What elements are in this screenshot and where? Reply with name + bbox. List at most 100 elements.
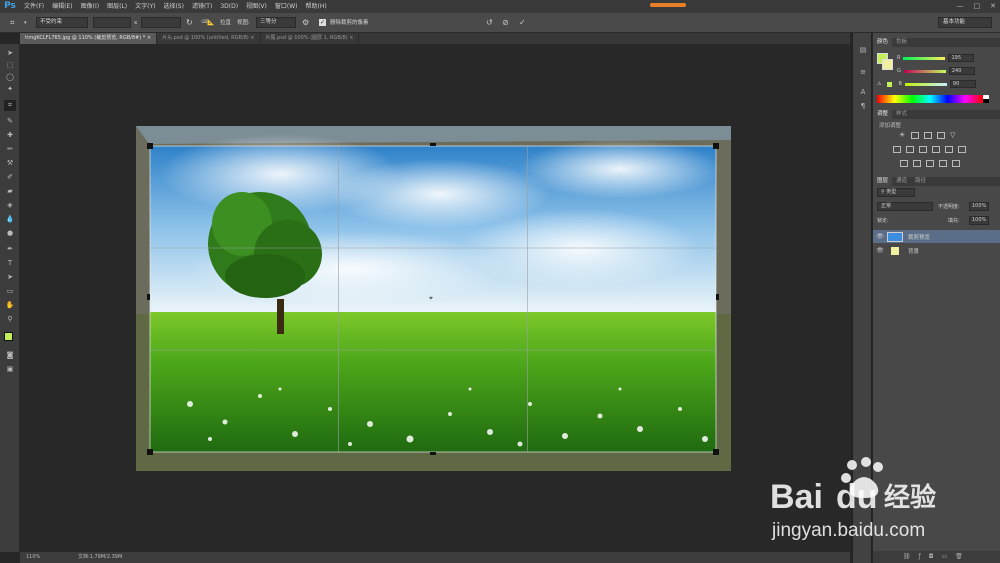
- photo-filter-icon[interactable]: [932, 146, 940, 153]
- quick-mask-icon[interactable]: ◙: [4, 350, 16, 361]
- document-tab-active[interactable]: timgKCLFL765.jpg @ 110% (裁剪预览, RGB/8#) *…: [20, 33, 158, 44]
- fill-field[interactable]: 100%: [969, 216, 989, 225]
- blend-mode-select[interactable]: 正常: [877, 202, 933, 211]
- crop-tool-icon[interactable]: ⌗: [10, 13, 15, 33]
- healing-tool-icon[interactable]: ✚: [4, 130, 16, 141]
- dodge-tool-icon[interactable]: ●: [4, 228, 16, 239]
- stamp-tool-icon[interactable]: ⚒: [4, 158, 16, 169]
- gradient-map-icon[interactable]: [939, 160, 947, 167]
- layer-filter-select[interactable]: ⚲ 类型: [877, 188, 915, 197]
- crop-preview-image[interactable]: ⌖: [20, 44, 850, 552]
- tab-paths[interactable]: 路径: [911, 177, 930, 186]
- bucket-tool-icon[interactable]: ◈: [4, 200, 16, 211]
- history-brush-icon[interactable]: ✐: [4, 172, 16, 183]
- eyedropper-tool-icon[interactable]: ✎: [4, 116, 16, 127]
- close-icon[interactable]: ×: [250, 35, 254, 41]
- lasso-tool-icon[interactable]: ◯: [4, 72, 16, 83]
- move-tool-icon[interactable]: ➤: [4, 48, 16, 59]
- background-color-swatch[interactable]: [882, 59, 893, 70]
- commit-check-icon[interactable]: ✓: [519, 13, 526, 33]
- crop-tool-icon[interactable]: ⌗: [4, 100, 16, 111]
- foreground-color-swatch[interactable]: [4, 332, 13, 341]
- crop-height-field[interactable]: [141, 17, 181, 28]
- blue-value-field[interactable]: 90: [949, 80, 976, 88]
- black-swatch[interactable]: [983, 99, 989, 103]
- view-overlay-select[interactable]: 三等分: [256, 17, 296, 28]
- hue-saturation-icon[interactable]: [893, 146, 901, 153]
- color-lookup-icon[interactable]: [958, 146, 966, 153]
- close-button[interactable]: ✕: [990, 0, 996, 13]
- swap-icon[interactable]: ↻: [186, 13, 193, 33]
- brush-tool-icon[interactable]: ✏: [4, 144, 16, 155]
- menu-type[interactable]: 文字(Y): [131, 0, 159, 13]
- hand-tool-icon[interactable]: ✋: [4, 300, 16, 311]
- layer-row[interactable]: 👁 背景: [873, 244, 1000, 257]
- color-balance-icon[interactable]: [906, 146, 914, 153]
- tab-color[interactable]: 颜色: [873, 38, 893, 47]
- chevron-down-icon[interactable]: ▾: [24, 13, 27, 33]
- document-tab[interactable]: 片尾.psd @ 100% (图层 1, RGB/8) ×: [261, 33, 360, 44]
- opacity-field[interactable]: 100%: [969, 202, 989, 211]
- cancel-icon[interactable]: ⊘: [502, 13, 509, 33]
- menu-file[interactable]: 文件(F): [20, 0, 48, 13]
- menu-select[interactable]: 选择(S): [159, 0, 188, 13]
- brush-panel-icon[interactable]: ≡: [857, 67, 869, 78]
- menu-layer[interactable]: 图层(L): [103, 0, 131, 13]
- pen-tool-icon[interactable]: ✒: [4, 244, 16, 255]
- reset-icon[interactable]: ↺: [486, 13, 493, 33]
- color-spectrum-ramp[interactable]: [877, 95, 983, 103]
- brightness-icon[interactable]: ☀: [899, 131, 905, 139]
- path-select-icon[interactable]: ➤: [4, 272, 16, 283]
- crop-width-field[interactable]: [93, 17, 131, 28]
- workspace-select[interactable]: 基本功能: [938, 17, 992, 28]
- straighten-icon[interactable]: 📐: [207, 13, 214, 33]
- delete-pixels-checkbox[interactable]: ✓: [319, 19, 326, 26]
- layer-name[interactable]: 裁剪预览: [908, 233, 930, 241]
- gear-icon[interactable]: ⚙: [302, 13, 309, 33]
- screen-mode-icon[interactable]: ▣: [4, 364, 16, 375]
- zoom-tool-icon[interactable]: ⚲: [4, 314, 16, 325]
- paragraph-panel-icon[interactable]: ¶: [857, 101, 869, 112]
- channel-mixer-icon[interactable]: [945, 146, 953, 153]
- tab-adjustments[interactable]: 调整: [873, 110, 893, 119]
- type-tool-icon[interactable]: T: [4, 258, 16, 269]
- eye-icon[interactable]: 👁: [873, 233, 887, 240]
- tab-channels[interactable]: 通道: [892, 177, 911, 186]
- eye-icon[interactable]: 👁: [873, 247, 887, 254]
- layer-name[interactable]: 背景: [908, 247, 919, 255]
- menu-image[interactable]: 图像(I): [77, 0, 103, 13]
- invert-icon[interactable]: [900, 160, 908, 167]
- maximize-button[interactable]: □: [974, 0, 981, 13]
- straighten-label[interactable]: 拉直: [220, 13, 231, 33]
- tab-styles[interactable]: 样式: [892, 110, 911, 119]
- menu-edit[interactable]: 编辑(E): [48, 0, 76, 13]
- posterize-icon[interactable]: [913, 160, 921, 167]
- menu-help[interactable]: 帮助(H): [302, 0, 331, 13]
- zoom-level[interactable]: 110%: [26, 552, 40, 563]
- document-tab[interactable]: 片头.psd @ 100% (untitled, RGB/8) ×: [157, 33, 261, 44]
- exposure-icon[interactable]: [937, 132, 945, 139]
- document-canvas[interactable]: ⌖: [20, 44, 850, 552]
- blur-tool-icon[interactable]: 💧: [4, 214, 16, 225]
- tab-layers[interactable]: 图层: [873, 177, 893, 186]
- eraser-tool-icon[interactable]: ▰: [4, 186, 16, 197]
- curves-icon[interactable]: [924, 132, 932, 139]
- red-slider[interactable]: [903, 56, 946, 60]
- tab-swatches[interactable]: 色板: [892, 38, 911, 47]
- marquee-tool-icon[interactable]: ⬚: [4, 60, 16, 71]
- layer-row-selected[interactable]: 👁 裁剪预览: [873, 230, 1000, 243]
- ratio-preset-select[interactable]: 不受约束: [36, 17, 88, 28]
- threshold-icon[interactable]: [926, 160, 934, 167]
- shape-tool-icon[interactable]: ▭: [4, 286, 16, 297]
- minimize-button[interactable]: —: [957, 0, 964, 13]
- vibrance-icon[interactable]: ▽: [950, 131, 955, 139]
- character-panel-icon[interactable]: A: [857, 87, 869, 98]
- menu-view[interactable]: 视图(V): [242, 0, 271, 13]
- magic-wand-tool-icon[interactable]: ✦: [4, 84, 16, 95]
- black-white-icon[interactable]: [919, 146, 927, 153]
- green-value-field[interactable]: 240: [948, 67, 975, 75]
- gamut-swatch[interactable]: [887, 81, 892, 87]
- history-panel-icon[interactable]: ▤: [857, 45, 869, 56]
- menu-window[interactable]: 窗口(W): [271, 0, 302, 13]
- menu-3d[interactable]: 3D(D): [216, 0, 242, 13]
